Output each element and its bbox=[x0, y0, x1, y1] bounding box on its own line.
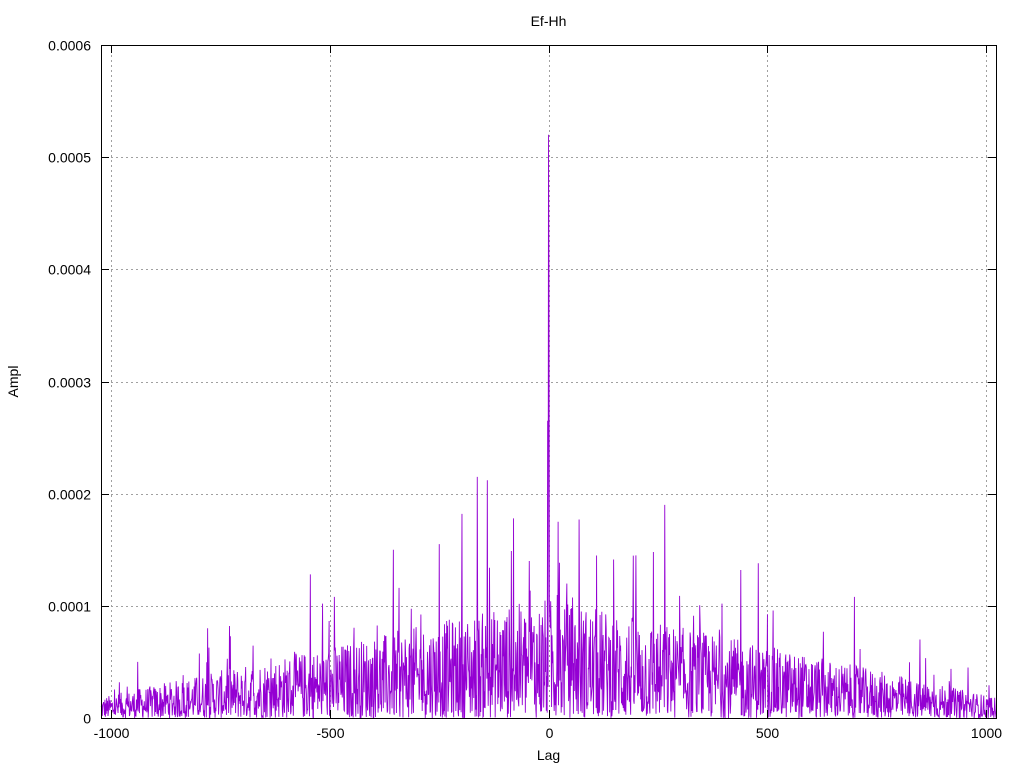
x-axis-label: Lag bbox=[537, 747, 560, 763]
y-tick-label: 0.0005 bbox=[48, 150, 91, 166]
chart-svg: -1000 -500 0 500 1000 0 0.0001 0.0002 0.0003 0.00… bbox=[5, 13, 1002, 763]
y-tick-label: 0.0006 bbox=[48, 38, 91, 54]
y-axis-label: Ampl bbox=[5, 366, 21, 398]
x-tick-label: -1000 bbox=[94, 725, 130, 741]
x-tick-label: -500 bbox=[316, 725, 344, 741]
chart-title: Ef-Hh bbox=[531, 13, 567, 29]
x-tick-label: 0 bbox=[546, 725, 554, 741]
x-tick-label: 500 bbox=[756, 725, 780, 741]
y-tick-label: 0 bbox=[83, 711, 91, 727]
x-tick-label: 1000 bbox=[971, 725, 1002, 741]
y-tick-label: 0.0002 bbox=[48, 487, 91, 503]
y-tick-label: 0.0004 bbox=[48, 262, 91, 278]
y-tick-label: 0.0003 bbox=[48, 375, 91, 391]
y-tick-label: 0.0001 bbox=[48, 599, 91, 615]
